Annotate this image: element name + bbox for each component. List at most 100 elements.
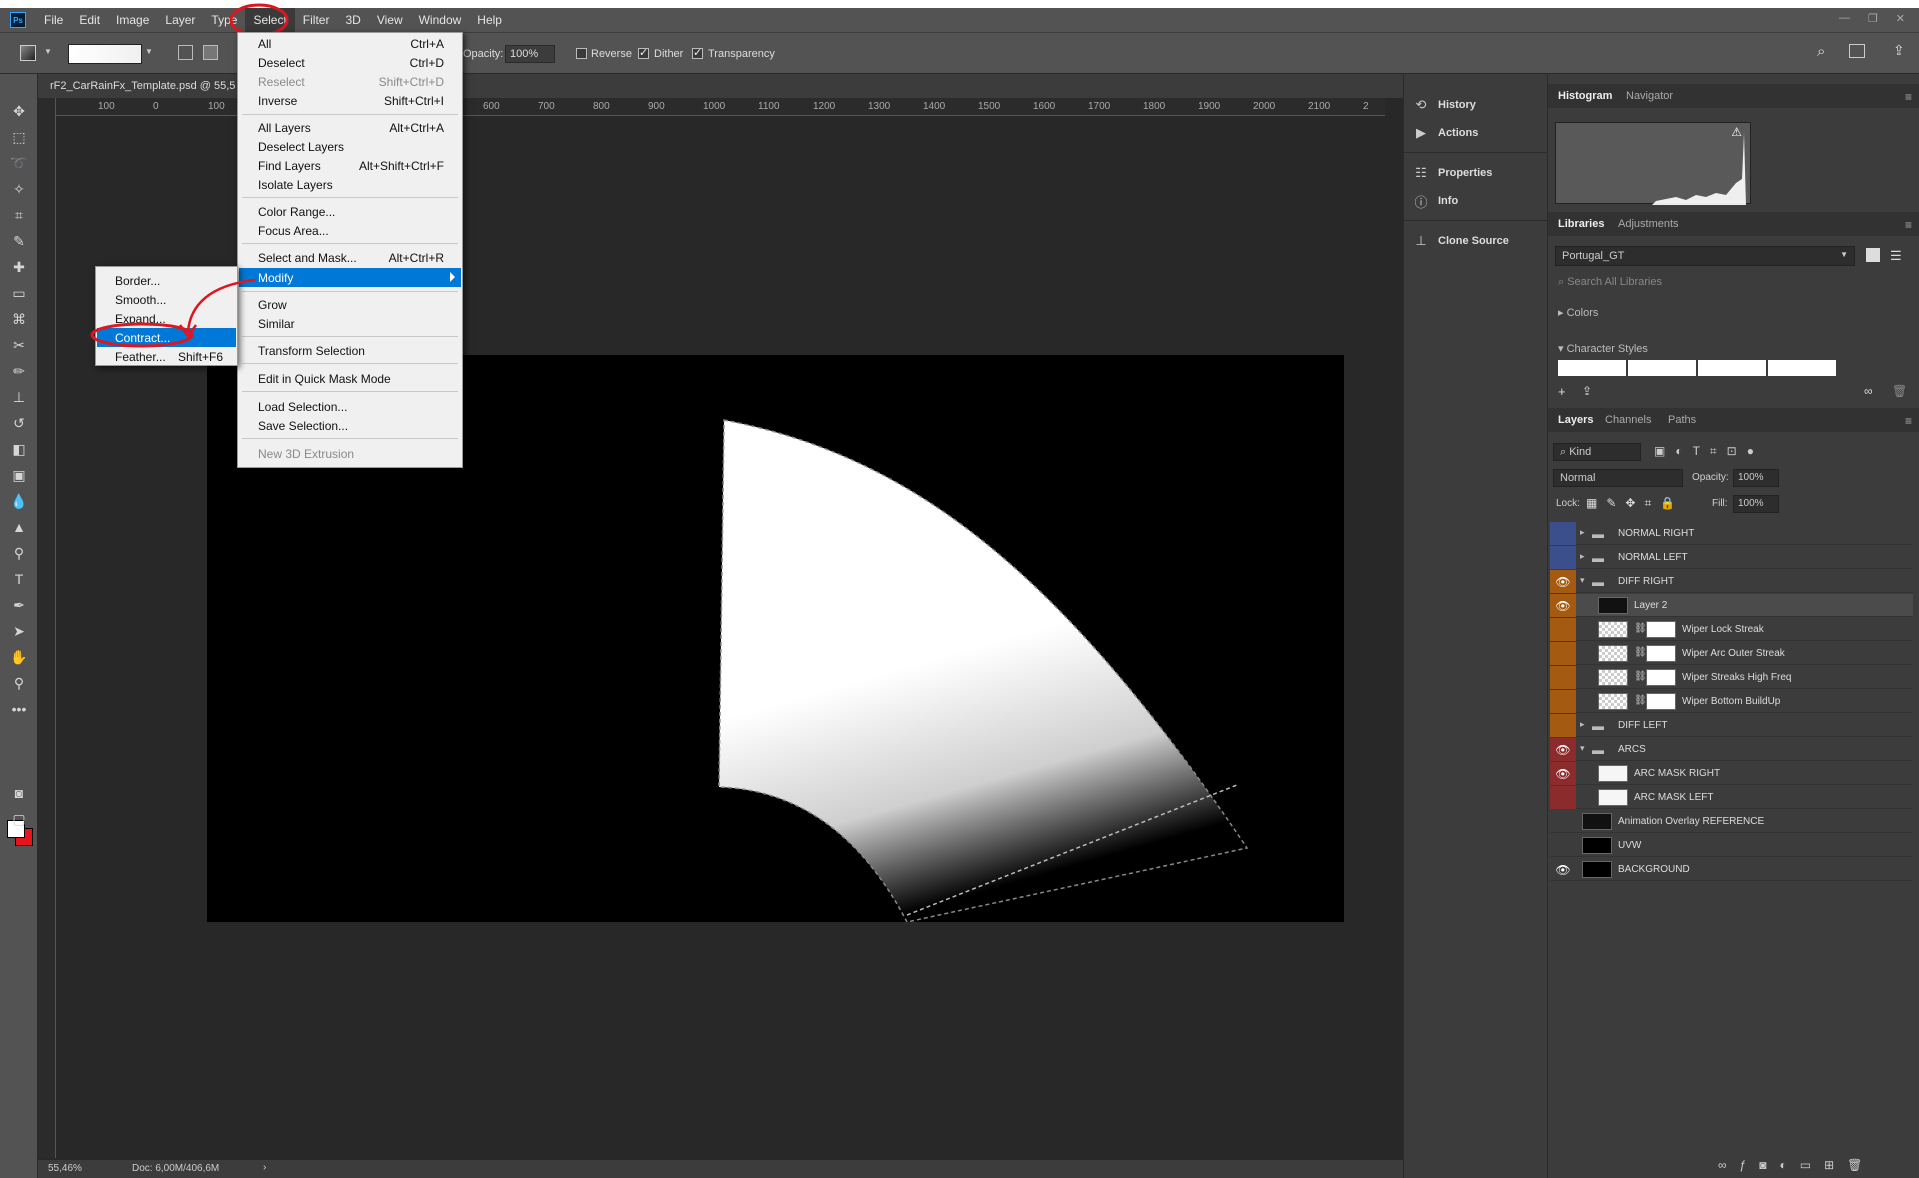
menu-item-all[interactable]: All Ctrl+A [239, 34, 461, 53]
scissors-tool-icon[interactable]: ✂ [8, 334, 30, 356]
menu-item-deselect[interactable]: Deselect Ctrl+D [239, 53, 461, 72]
zoom-level[interactable]: 55,46% [48, 1163, 82, 1174]
layer-thumbnail[interactable] [1598, 789, 1628, 806]
tab-paths[interactable]: Paths [1668, 414, 1696, 426]
path-selection-tool-icon[interactable]: ➤ [8, 620, 30, 642]
menu-3d[interactable]: 3D [337, 8, 368, 32]
eraser-tool-icon[interactable]: ◧ [8, 438, 30, 460]
move-tool-icon[interactable]: ✥ [8, 100, 30, 122]
layer-row[interactable]: 👁 ▾ ▬ ARCS [1550, 738, 1913, 761]
menu-help[interactable]: Help [469, 8, 510, 32]
panel-menu-icon[interactable]: ≡ [1905, 414, 1912, 428]
clone-source-panel-button[interactable]: ⊥ Clone Source [1414, 230, 1544, 252]
type-tool-icon[interactable]: T [8, 568, 30, 590]
layer-row[interactable]: 👁 Layer 2 [1550, 594, 1913, 617]
tab-navigator[interactable]: Navigator [1626, 90, 1673, 102]
link-icon[interactable]: ⛓ [1634, 647, 1647, 658]
upload-icon[interactable]: ⇪ [1582, 384, 1592, 398]
eyedropper-tool-icon[interactable]: ✎ [8, 230, 30, 252]
layer-thumbnail[interactable] [1598, 597, 1628, 614]
clone-stamp-tool-icon[interactable]: ⊥ [8, 386, 30, 408]
menu-item-focus-area[interactable]: Focus Area... [239, 221, 461, 240]
menu-item-all-layers[interactable]: All Layers Alt+Ctrl+A [239, 118, 461, 137]
layer-row[interactable]: Animation Overlay REFERENCE [1550, 810, 1913, 833]
chevron-down-icon[interactable]: ▼ [145, 47, 153, 56]
gradient-tool-icon[interactable]: ▣ [8, 464, 30, 486]
menu-window[interactable]: Window [411, 8, 470, 32]
link-icon[interactable]: ⛓ [1634, 623, 1647, 634]
menu-item-transform-selection[interactable]: Transform Selection [239, 341, 461, 360]
magic-wand-tool-icon[interactable]: ✧ [8, 178, 30, 200]
layer-row[interactable]: ARC MASK LEFT [1550, 786, 1913, 809]
character-style-thumb[interactable] [1768, 360, 1836, 376]
menu-item-grow[interactable]: Grow [239, 295, 461, 314]
minimize-icon[interactable]: — [1839, 12, 1850, 25]
eye-icon[interactable]: 👁 [1550, 570, 1576, 593]
panel-menu-icon[interactable]: ≡ [1905, 90, 1912, 104]
pen-tool-icon[interactable]: ✒ [8, 594, 30, 616]
layer-row[interactable]: ⛓ Wiper Streaks High Freq [1550, 666, 1913, 689]
hand-tool-icon[interactable]: ✋ [8, 646, 30, 668]
radial-gradient-icon[interactable] [203, 45, 218, 60]
transparency-checkbox[interactable] [692, 46, 703, 59]
gradient-tool-icon[interactable] [20, 45, 36, 61]
layer-row[interactable]: ⛓ Wiper Lock Streak [1550, 618, 1913, 641]
brush-tool-icon[interactable]: ✏ [8, 360, 30, 382]
menu-item-deselect-layers[interactable]: Deselect Layers [239, 137, 461, 156]
properties-panel-button[interactable]: ☷ Properties [1414, 162, 1544, 184]
layer-mask-thumbnail[interactable] [1646, 693, 1676, 710]
chevron-down-icon[interactable]: ▼ [44, 47, 52, 56]
zoom-tool-icon[interactable]: ⚲ [8, 672, 30, 694]
blend-mode-select[interactable]: Normal [1553, 469, 1683, 487]
menu-item-inverse[interactable]: Inverse Shift+Ctrl+I [239, 91, 461, 110]
layer-row[interactable]: ⛓ Wiper Bottom BuildUp [1550, 690, 1913, 713]
layer-mask-thumbnail[interactable] [1646, 669, 1676, 686]
layer-row[interactable]: ⛓ Wiper Arc Outer Streak [1550, 642, 1913, 665]
layer-thumbnail[interactable] [1598, 645, 1628, 662]
layer-mask-thumbnail[interactable] [1646, 645, 1676, 662]
share-icon[interactable]: ⇪ [1893, 42, 1905, 59]
character-style-thumb[interactable] [1698, 360, 1766, 376]
layer-mask-thumbnail[interactable] [1646, 621, 1676, 638]
trash-icon[interactable]: 🗑 [1892, 384, 1907, 398]
eye-icon[interactable]: 👁 [1550, 594, 1576, 617]
layer-filter-kind[interactable]: ⌕ Kind [1553, 443, 1641, 461]
character-style-thumb[interactable] [1628, 360, 1696, 376]
layer-filter-icons[interactable]: ▣◐T⌗⊡● [1654, 444, 1764, 459]
tab-layers[interactable]: Layers [1558, 414, 1593, 426]
visibility-toggle[interactable] [1550, 834, 1576, 857]
visibility-toggle[interactable] [1550, 690, 1576, 713]
tab-histogram[interactable]: Histogram [1558, 90, 1612, 102]
menu-image[interactable]: Image [108, 8, 157, 32]
tab-channels[interactable]: Channels [1605, 414, 1651, 426]
menu-file[interactable]: File [36, 8, 71, 32]
gradient-picker[interactable] [68, 44, 142, 64]
visibility-toggle[interactable] [1550, 810, 1576, 833]
menu-item-modify[interactable]: Modify [239, 268, 461, 287]
tab-libraries[interactable]: Libraries [1558, 218, 1604, 230]
layer-row[interactable]: 👁 BACKGROUND [1550, 858, 1913, 881]
frame-tool-icon[interactable]: ⌘ [8, 308, 30, 330]
screen-mode-icon[interactable]: ▢ [8, 808, 30, 830]
lock-icons[interactable]: ▦✎✥⌗🔒 [1586, 496, 1684, 511]
workspace-icon[interactable] [1849, 44, 1865, 58]
layer-row[interactable]: 👁 ARC MASK RIGHT [1550, 762, 1913, 785]
layer-thumbnail[interactable] [1598, 621, 1628, 638]
menu-view[interactable]: View [369, 8, 411, 32]
visibility-toggle[interactable] [1550, 642, 1576, 665]
list-view-icon[interactable]: ☰ [1890, 248, 1902, 264]
dodge-tool-icon[interactable]: ⚲ [8, 542, 30, 564]
layers-footer-icons[interactable]: ∞ƒ◙◐▭⊞🗑 [1718, 1158, 1875, 1172]
layer-thumbnail[interactable] [1582, 813, 1612, 830]
blur-tool-icon[interactable]: 💧 [8, 490, 30, 512]
menu-layer[interactable]: Layer [157, 8, 203, 32]
more-tools-icon[interactable]: ••• [8, 698, 30, 720]
library-search[interactable]: ⌕ Search All Libraries [1558, 276, 1662, 289]
dither-checkbox[interactable] [638, 46, 649, 59]
history-panel-button[interactable]: ⟲ History [1414, 94, 1544, 116]
visibility-toggle[interactable] [1550, 618, 1576, 641]
chevron-right-icon[interactable]: ▸ [1580, 719, 1585, 730]
menu-item-find-layers[interactable]: Find Layers Alt+Shift+Ctrl+F [239, 156, 461, 175]
status-menu-arrow[interactable]: › [263, 1162, 266, 1173]
panel-menu-icon[interactable]: ≡ [1905, 218, 1912, 232]
